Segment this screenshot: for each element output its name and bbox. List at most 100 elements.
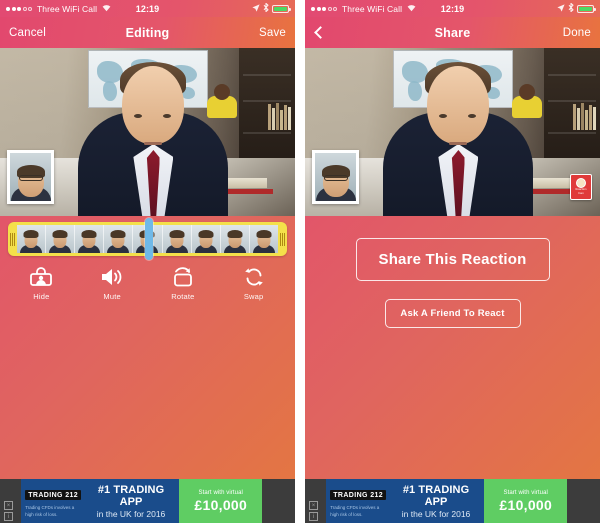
ad-headline-column: #1 TRADING APP in the UK for 2016 xyxy=(392,484,484,519)
ad-cta-small: Start with virtual xyxy=(503,489,548,496)
ad-subhead: in the UK for 2016 xyxy=(96,508,166,519)
swap-label: Swap xyxy=(243,292,264,301)
phone-screen-editing: Three WiFi Call 12:19 Cancel Editing Sav… xyxy=(0,0,295,523)
filmstrip-frame xyxy=(162,225,192,253)
editing-toolbar: Hide Mute Rotate Swap xyxy=(0,256,295,301)
swap-icon xyxy=(240,265,268,289)
phone-screen-share: Three WiFi Call 12:19 Share Done Reactio… xyxy=(305,0,600,523)
status-bar-right xyxy=(557,2,596,14)
ad-logo: TRADING 212 xyxy=(330,490,387,501)
swap-button[interactable]: Swap xyxy=(218,265,289,301)
filmstrip-frame xyxy=(75,225,105,253)
carrier-label: Three WiFi Call xyxy=(342,3,403,14)
ad-cta-small: Start with virtual xyxy=(198,489,243,496)
hide-label: Hide xyxy=(33,292,50,301)
battery-icon xyxy=(577,4,596,13)
hide-button[interactable]: Hide xyxy=(6,265,77,301)
rotate-button[interactable]: Rotate xyxy=(148,265,219,301)
nav-bar-share: Share Done xyxy=(305,17,600,48)
ad-brand-column: TRADING 212 Trading CFDs involves a high… xyxy=(326,481,392,521)
background-person xyxy=(512,84,542,118)
trim-handle-left[interactable] xyxy=(8,222,17,256)
ad-disclaimer: Trading CFDs involves a high risk of los… xyxy=(330,504,380,517)
cancel-button[interactable]: Cancel xyxy=(9,27,46,39)
filmstrip-trimmer[interactable] xyxy=(8,218,287,260)
signal-strength-icon xyxy=(311,6,337,11)
save-button[interactable]: Save xyxy=(259,27,286,39)
wifi-icon xyxy=(407,4,416,14)
picture-in-picture-preview[interactable] xyxy=(7,150,54,204)
app-watermark-badge: Reaction Cam xyxy=(570,174,592,200)
ad-controls[interactable]: × i xyxy=(0,479,22,523)
ad-tail xyxy=(262,479,295,523)
ad-brand-column: TRADING 212 Trading CFDs involves a high… xyxy=(21,481,87,521)
watermark-label-2: Cam xyxy=(578,192,584,195)
location-arrow-icon xyxy=(252,3,260,14)
status-bar: Three WiFi Call 12:19 xyxy=(305,0,600,17)
ad-tail xyxy=(567,479,600,523)
ad-content[interactable]: TRADING 212 Trading CFDs involves a high… xyxy=(21,479,180,523)
filmstrip-frame xyxy=(249,225,278,253)
ad-controls[interactable]: × i xyxy=(305,479,327,523)
ad-cta-amount: £10,000 xyxy=(194,496,248,513)
share-this-reaction-button[interactable]: Share This Reaction xyxy=(355,238,550,281)
ad-banner[interactable]: × i TRADING 212 Trading CFDs involves a … xyxy=(305,479,600,523)
paper-stack xyxy=(532,178,572,188)
ad-headline: #1 TRADING APP xyxy=(97,483,165,508)
ad-info-button[interactable]: i xyxy=(4,512,13,521)
signal-strength-icon xyxy=(6,6,32,11)
filmstrip-frame xyxy=(220,225,250,253)
ad-cta[interactable]: Start with virtual £10,000 xyxy=(484,479,568,523)
ad-cta-amount: £10,000 xyxy=(499,496,553,513)
person-head xyxy=(427,66,490,145)
ask-a-friend-to-react-button[interactable]: Ask A Friend To React xyxy=(384,299,521,328)
filmstrip-frame xyxy=(17,225,47,253)
picture-in-picture-preview[interactable] xyxy=(312,150,359,204)
ad-close-button[interactable]: × xyxy=(309,501,318,510)
filmstrip-frame xyxy=(104,225,134,253)
ad-headline: #1 TRADING APP xyxy=(402,483,470,508)
trim-handle-right[interactable] xyxy=(278,222,287,256)
timeline-container xyxy=(0,216,295,260)
background-person xyxy=(207,84,237,118)
status-bar: Three WiFi Call 12:19 xyxy=(0,0,295,17)
mute-speaker-icon xyxy=(98,265,126,289)
watermark-lens-icon xyxy=(576,178,586,189)
video-preview[interactable]: Reaction Cam xyxy=(305,48,600,216)
ad-disclaimer: Trading CFDs involves a high risk of los… xyxy=(25,504,75,517)
ad-info-button[interactable]: i xyxy=(309,512,318,521)
playhead[interactable] xyxy=(144,218,153,260)
page-title: Share xyxy=(434,25,471,40)
bluetooth-icon xyxy=(263,2,269,14)
location-arrow-icon xyxy=(557,3,565,14)
ad-subhead: in the UK for 2016 xyxy=(401,508,471,519)
battery-icon xyxy=(272,4,291,13)
bookshelf xyxy=(239,48,295,168)
filmstrip-frame xyxy=(191,225,221,253)
rotate-label: Rotate xyxy=(171,292,195,301)
filmstrip-frame xyxy=(46,225,76,253)
back-button[interactable] xyxy=(314,26,327,39)
hide-icon xyxy=(27,265,55,289)
ad-close-button[interactable]: × xyxy=(4,501,13,510)
mute-label: Mute xyxy=(103,292,121,301)
bluetooth-icon xyxy=(568,2,574,14)
books xyxy=(573,102,596,130)
ad-headline-column: #1 TRADING APP in the UK for 2016 xyxy=(87,484,179,519)
ad-banner[interactable]: × i TRADING 212 Trading CFDs involves a … xyxy=(0,479,295,523)
nav-bar-editing: Cancel Editing Save xyxy=(0,17,295,48)
ad-content[interactable]: TRADING 212 Trading CFDs involves a high… xyxy=(326,479,485,523)
wifi-icon xyxy=(102,4,111,14)
video-preview[interactable] xyxy=(0,48,295,216)
books xyxy=(268,102,291,130)
mute-button[interactable]: Mute xyxy=(77,265,148,301)
status-bar-left: Three WiFi Call xyxy=(311,4,416,14)
screenshot-stage: Three WiFi Call 12:19 Cancel Editing Sav… xyxy=(0,0,600,523)
ad-cta[interactable]: Start with virtual £10,000 xyxy=(179,479,263,523)
share-actions: Share This Reaction Ask A Friend To Reac… xyxy=(305,216,600,328)
paper-stack xyxy=(227,178,267,188)
red-book xyxy=(227,189,273,194)
done-button[interactable]: Done xyxy=(563,27,591,39)
status-bar-right xyxy=(252,2,291,14)
ad-logo: TRADING 212 xyxy=(25,490,82,501)
